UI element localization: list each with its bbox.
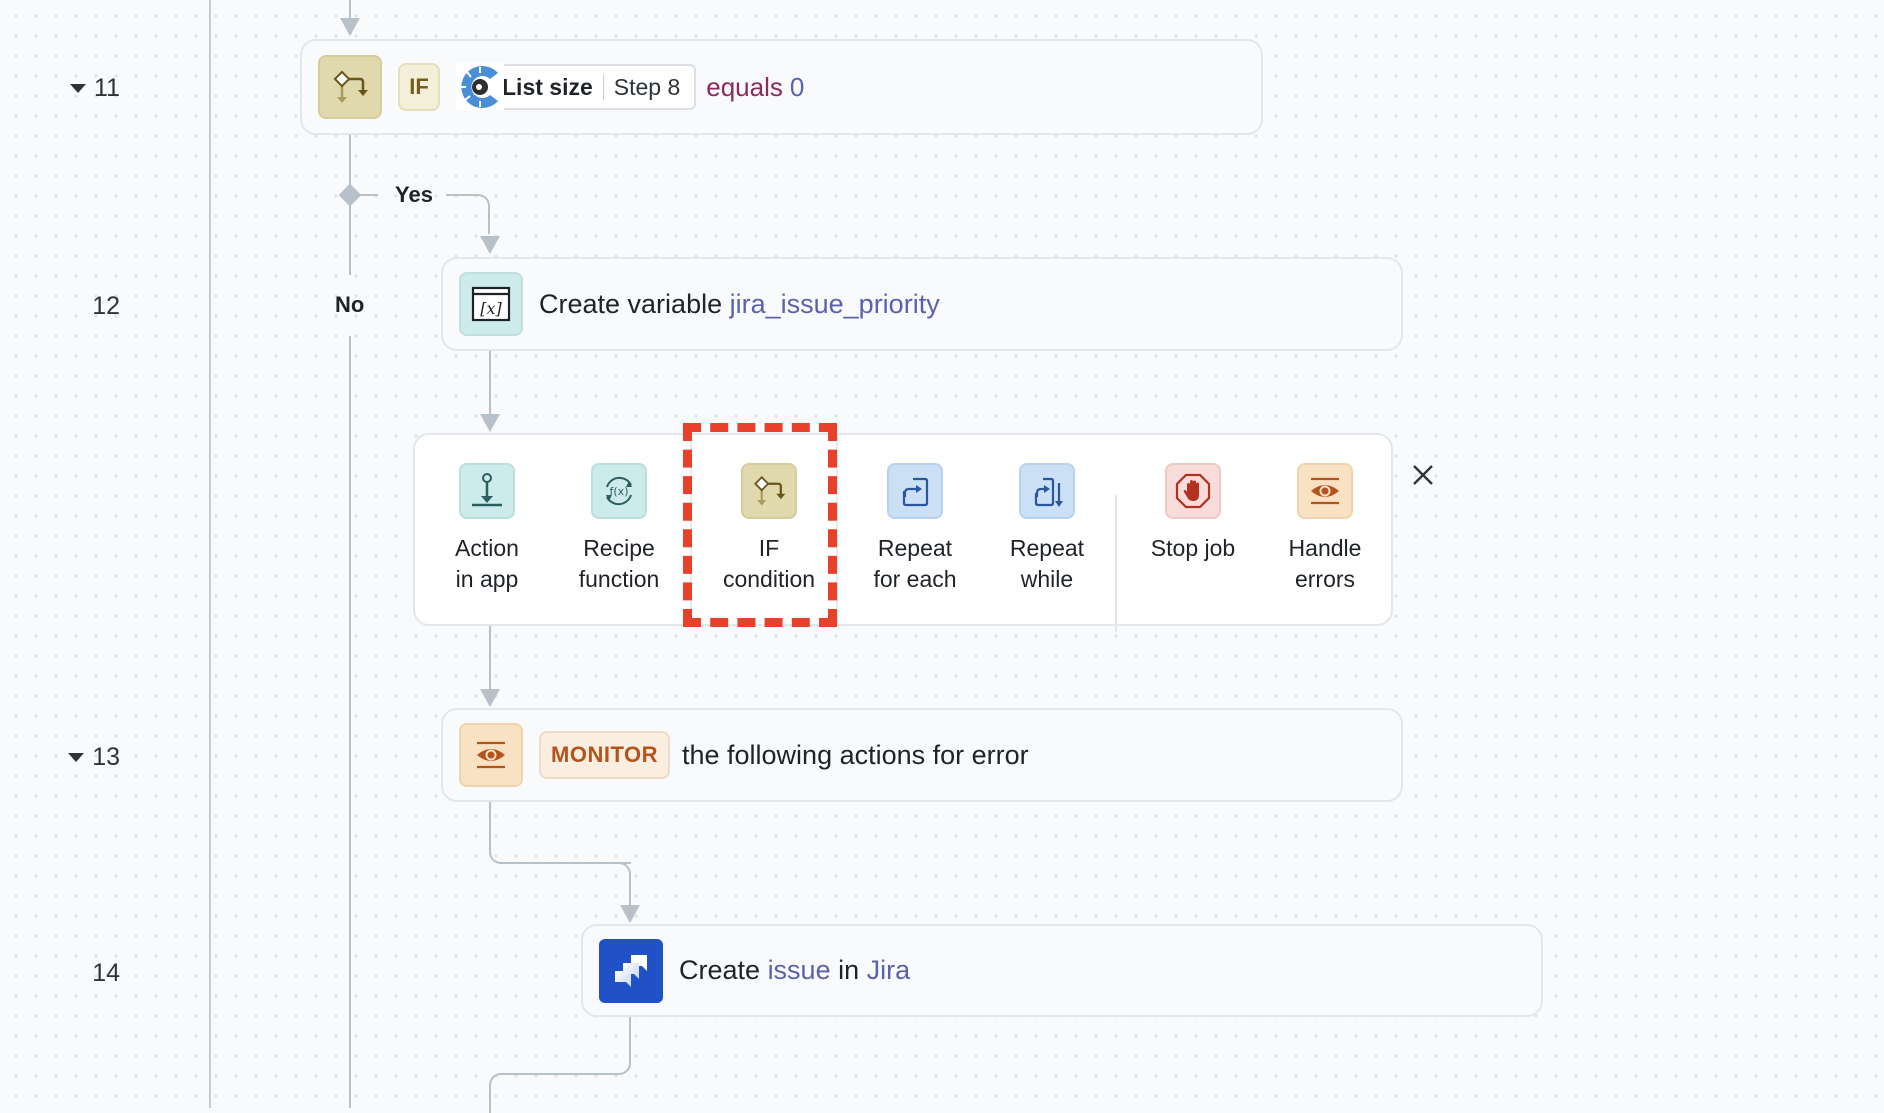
connector-line <box>489 351 491 415</box>
monitor-badge: MONITOR <box>539 731 670 779</box>
jira-logo-icon <box>599 938 663 1003</box>
jira-object[interactable]: issue <box>768 955 831 985</box>
line-number-11: 11 <box>0 73 120 103</box>
collapse-caret-icon[interactable] <box>70 83 87 93</box>
if-condition-icon <box>318 55 382 119</box>
line-number-14: 14 <box>92 958 120 987</box>
monitor-text: the following actions for error <box>681 739 1029 770</box>
picker-divider <box>690 435 692 625</box>
workato-utilities-icon <box>456 63 504 111</box>
variable-name[interactable]: jira_issue_priority <box>730 289 940 319</box>
picker-item-action-in-app[interactable]: Action in app <box>422 435 552 625</box>
connector-arrow <box>480 689 500 707</box>
line-number-12: 12 <box>92 291 120 320</box>
repeat-while-icon <box>1019 463 1075 519</box>
eye-icon <box>459 723 523 787</box>
recipe-function-icon: f(x) <box>591 463 647 519</box>
stop-job-icon <box>1165 463 1221 519</box>
if-badge: IF <box>398 63 440 111</box>
connector-arrow <box>340 18 360 36</box>
connector-line <box>349 0 351 20</box>
handle-errors-icon <box>1297 463 1353 519</box>
repeat-for-each-icon <box>887 463 943 519</box>
jira-step-card[interactable]: Create issue in Jira <box>581 924 1543 1017</box>
close-icon[interactable] <box>1408 460 1438 490</box>
no-branch-label: No <box>335 292 365 317</box>
gutter-divider <box>209 0 211 1108</box>
connector-arrow <box>480 414 500 432</box>
picker-item-handle-errors[interactable]: Handle errors <box>1260 435 1390 625</box>
add-step-picker: Action in app f(x) Recipe function IF co <box>413 433 1393 632</box>
variable-icon: [x] <box>459 272 523 336</box>
condition-operator: equals <box>706 71 783 102</box>
yes-connector <box>352 194 378 196</box>
jira-app-name[interactable]: Jira <box>867 955 911 985</box>
yes-connector-curve <box>446 194 490 234</box>
yes-branch-label: Yes <box>395 182 433 207</box>
no-branch-line <box>349 336 351 1108</box>
picker-divider <box>836 435 838 625</box>
create-variable-text: Create variable jira_issue_priority <box>539 288 940 319</box>
if-step-card[interactable]: IF List size Step 8 equals 0 <box>300 39 1263 135</box>
picker-item-stop-job[interactable]: Stop job <box>1128 435 1258 625</box>
svg-text:f(x): f(x) <box>610 485 629 498</box>
picker-item-repeat-for-each[interactable]: Repeat for each <box>850 435 980 625</box>
connector-line <box>489 626 491 690</box>
connector-curve <box>500 862 631 906</box>
picker-item-recipe-function[interactable]: f(x) Recipe function <box>554 435 684 625</box>
if-condition-icon <box>741 463 797 519</box>
condition-datapill[interactable]: List size Step 8 <box>456 63 697 111</box>
connector-arrow <box>480 236 500 254</box>
list-size-pill[interactable]: List size Step 8 <box>488 64 697 110</box>
connector-curve <box>489 802 631 864</box>
create-variable-step-card[interactable]: [x] Create variable jira_issue_priority <box>441 257 1403 351</box>
collapse-caret-icon[interactable] <box>68 752 85 762</box>
picker-item-repeat-while[interactable]: Repeat while <box>982 435 1112 625</box>
condition-value: 0 <box>789 71 805 102</box>
pill-separator <box>602 74 604 100</box>
connector-arrow <box>620 905 640 923</box>
svg-text:[x]: [x] <box>480 299 502 318</box>
connector-curve <box>489 1073 513 1113</box>
condition-expression: equals 0 <box>706 72 804 103</box>
monitor-step-card[interactable]: MONITOR the following actions for error <box>441 708 1403 802</box>
picker-group-divider <box>1115 495 1117 632</box>
picker-item-if-condition[interactable]: IF condition <box>704 435 834 625</box>
jira-step-text: Create issue in Jira <box>679 955 911 985</box>
action-in-app-icon <box>459 463 515 519</box>
connector-curve <box>500 1017 631 1075</box>
line-number-13: 13 <box>0 742 120 772</box>
